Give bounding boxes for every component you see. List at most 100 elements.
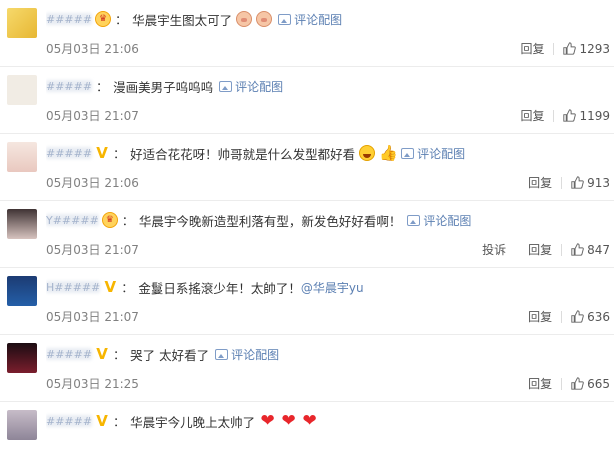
vip-crown-icon[interactable]: ♛ [101,212,118,228]
comment-image-label: 评论配图 [235,79,284,94]
colon: ： [121,213,134,228]
like-button[interactable]: 913 [571,176,610,190]
username-text: ##### [46,13,93,26]
thumbs-up-icon: 👍 [379,144,398,162]
image-icon [278,13,292,25]
comment-line: #####： 漫画美男子呜呜呜 评论配图 [46,76,606,96]
comment-item: ##### ♛： 华晨宇生图太可了 评论配图 05月03日 21:06 回复 1293 [0,0,614,67]
comment-item: H##### V ： 金鬘日系搖滾少年！太帥了！ @华晨宇yu 05月03日 21:07 回… [0,268,614,335]
report-button[interactable]: 投诉 [482,241,506,258]
timestamp: 05月03日 21:07 [46,310,139,324]
comment-image-link[interactable]: 评论配图 [407,212,471,229]
verified-v-icon[interactable]: V [103,278,117,296]
pig-icon [256,11,273,27]
avatar[interactable] [7,343,37,373]
like-count: 913 [587,175,610,190]
colon: ： [115,12,128,27]
timestamp: 05月03日 21:25 [46,377,139,391]
like-button[interactable]: 665 [571,377,610,391]
colon: ： [113,414,126,429]
verified-v-icon[interactable]: V [95,144,109,162]
username-text: Y##### [46,214,99,227]
username-link[interactable]: Y##### [46,212,99,228]
thumbs-up-icon [571,377,584,390]
verified-v-icon[interactable]: V [95,345,109,363]
avatar[interactable] [7,75,37,105]
divider [561,310,563,323]
thumbs-up-icon [563,42,577,55]
comment-image-link[interactable]: 评论配图 [215,346,279,363]
reply-button[interactable]: 回复 [528,308,552,325]
comment-text: 漫画美男子呜呜呜 [113,79,214,95]
username-text: ##### [46,348,93,361]
vip-crown-icon[interactable]: ♛ [95,11,112,27]
like-count: 1293 [579,41,610,56]
reply-button[interactable]: 回复 [528,174,552,191]
comment-text: 好适合花花呀！帅哥就是什么发型都好看 [130,146,356,162]
comment-image-label: 评论配图 [417,146,466,161]
reply-button[interactable]: 回复 [528,375,552,392]
like-button[interactable]: 1199 [563,109,610,123]
comment-item: #####： 漫画美男子呜呜呜 评论配图 05月03日 21:07 回复 1199 [0,67,614,134]
comment-image-link[interactable]: 评论配图 [278,11,342,28]
avatar[interactable] [7,209,37,239]
comment-list: ##### ♛：华晨宇生图太可了 评论配图 05月03日 21:06 回复 1293 ###… [0,0,614,469]
username-link[interactable]: ##### [46,78,93,94]
colon: ： [113,146,126,161]
mention-link[interactable]: @华晨宇yu [301,279,364,296]
reply-button[interactable]: 回复 [520,107,544,124]
comment-text: 华晨宇今儿晚上太帅了 [130,414,256,430]
comment-line: ##### V ： 哭了 太好看了 评论配图 [46,344,606,364]
heart-icon: ❤ [281,411,296,431]
comment-text: 哭了 太好看了 [130,347,210,363]
like-count: 636 [587,309,610,324]
timestamp: 05月03日 21:07 [46,109,139,123]
image-icon [407,214,421,226]
pig-icon [236,11,253,27]
username-link[interactable]: ##### [46,145,93,161]
avatar[interactable] [7,142,37,172]
comment-actions: 回复 1293 [520,40,610,57]
timestamp: 05月03日 21:06 [46,176,139,190]
thumbs-up-icon [571,310,584,323]
comment-image-link[interactable]: 评论配图 [219,78,283,95]
username-link[interactable]: ##### [46,346,93,362]
avatar[interactable] [7,276,37,306]
like-count: 665 [587,376,610,391]
username-link[interactable]: ##### [46,413,93,429]
thumbs-up-icon [563,109,577,122]
comment-actions: 回复 636 [528,308,610,325]
grin-icon [359,145,376,161]
username-link[interactable]: ##### [46,11,93,27]
heart-icon: ❤ [260,411,275,431]
comment-actions: 回复 1199 [520,107,610,124]
comment-item: ##### V ： 哭了 太好看了 评论配图 05月03日 21:25 回复 665 [0,335,614,402]
comment-line: ##### V ： 好适合花花呀！帅哥就是什么发型都好看 👍 评论配图 [46,143,606,163]
comment-actions: 回复 665 [528,375,610,392]
divider [561,176,563,189]
timestamp: 05月03日 21:06 [46,42,139,56]
like-button[interactable]: 636 [571,310,610,324]
image-icon [401,147,415,159]
comment-line: ##### V：华晨宇今儿晚上太帅了 ❤ ❤ ❤ [46,411,606,431]
comment-image-link[interactable]: 评论配图 [401,145,465,162]
colon: ： [96,79,109,94]
divider [561,377,563,390]
like-button[interactable]: 1293 [563,42,610,56]
username-text: ##### [46,147,93,160]
comment-actions: 回复 913 [528,174,610,191]
comment-item: ##### V：华晨宇今儿晚上太帅了 ❤ ❤ ❤ [0,402,614,469]
avatar[interactable] [7,8,37,38]
reply-button[interactable]: 回复 [528,241,552,258]
divider [561,243,563,256]
username-text: H##### [46,281,101,294]
like-button[interactable]: 847 [571,243,610,257]
username-link[interactable]: H##### [46,279,101,295]
avatar[interactable] [7,410,37,440]
username-text: ##### [46,80,93,93]
verified-v-icon[interactable]: V [95,412,109,430]
comment-text: 金鬘日系搖滾少年！太帥了！ [138,280,301,296]
comment-line: ##### ♛： 华晨宇生图太可了 评论配图 [46,9,606,29]
reply-button[interactable]: 回复 [520,40,544,57]
username-text: ##### [46,415,93,428]
